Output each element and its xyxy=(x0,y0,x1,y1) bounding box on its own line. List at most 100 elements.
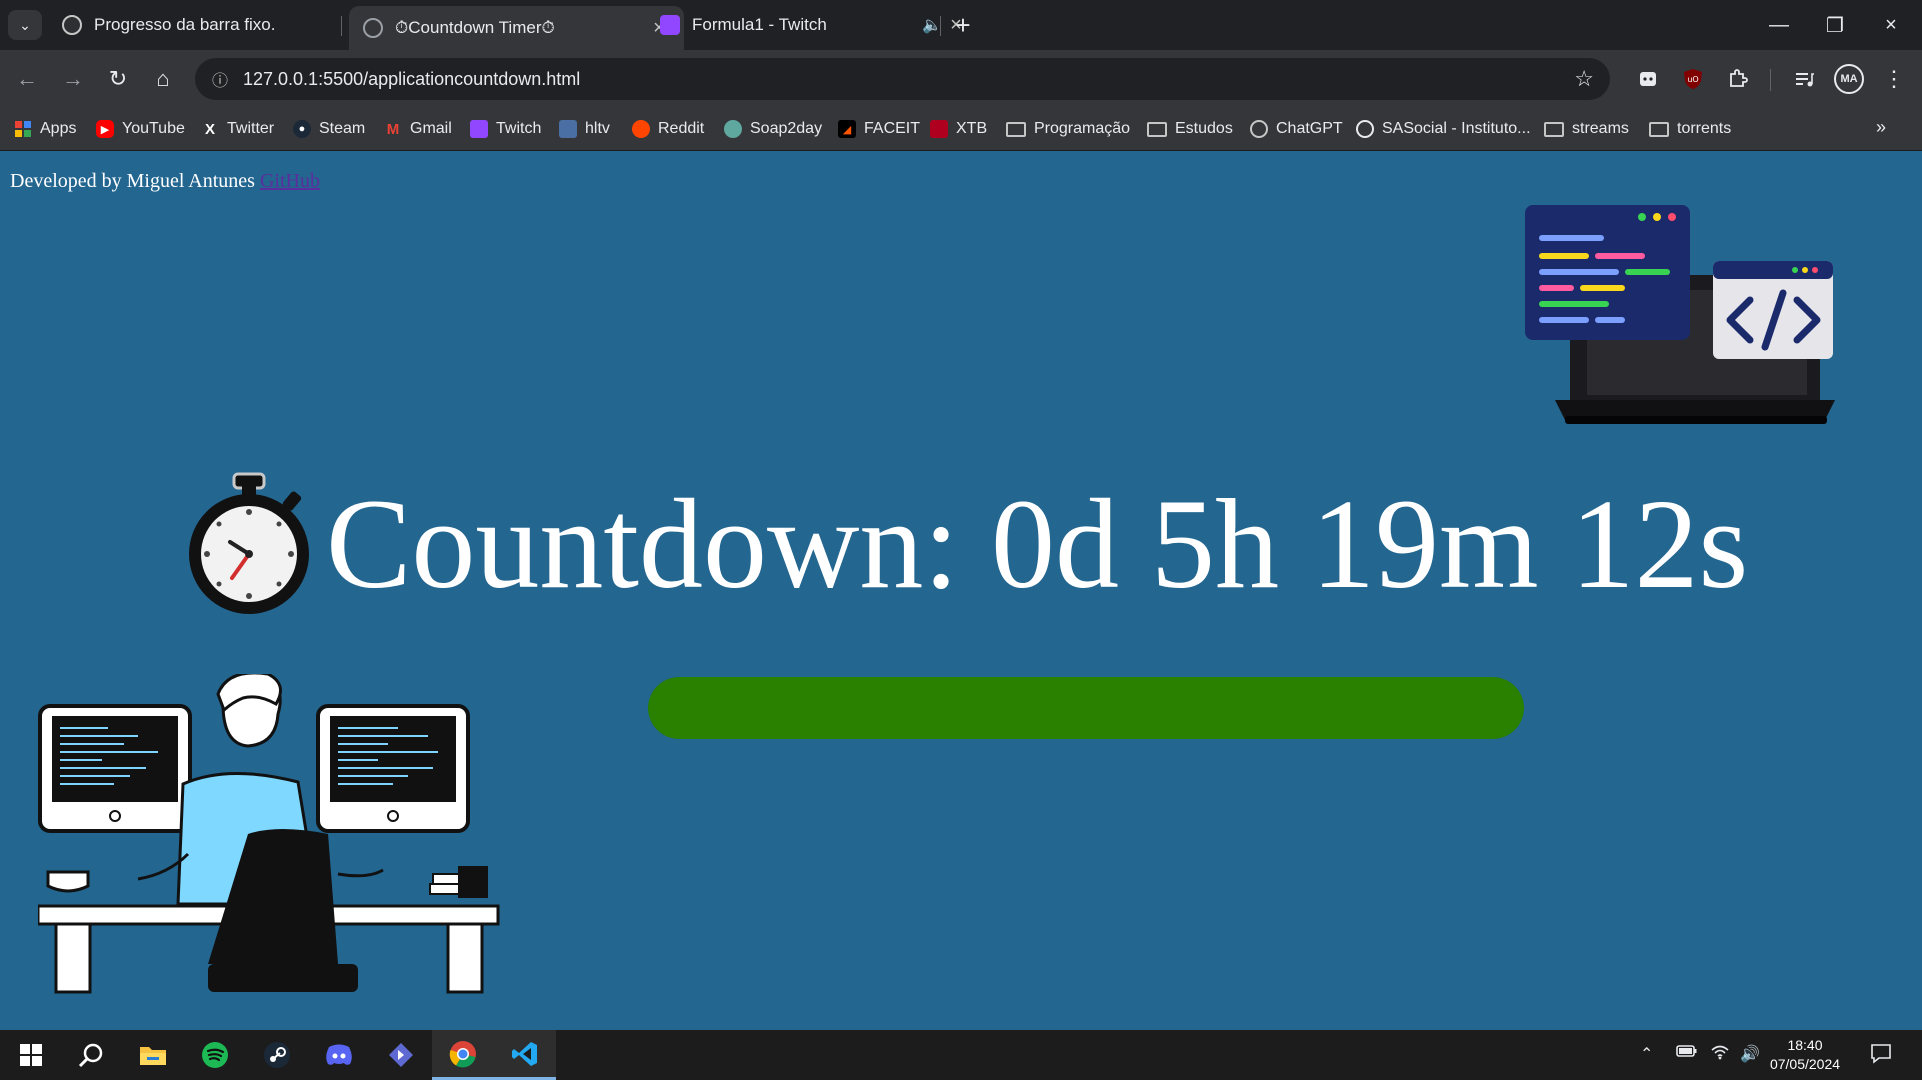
credit-text: Developed by Miguel Antunes xyxy=(10,170,255,192)
bookmark-folder-programacao[interactable]: Programação xyxy=(1006,117,1130,141)
show-hidden-icons-chevron-icon[interactable]: ⌃ xyxy=(1640,1044,1653,1064)
progress-bar-fill xyxy=(648,677,1524,739)
taskbar-spotify[interactable] xyxy=(184,1030,246,1080)
forward-button[interactable]: → xyxy=(56,62,90,96)
back-button[interactable]: ← xyxy=(10,62,44,96)
volume-icon[interactable]: 🔊 xyxy=(1740,1044,1760,1064)
bookmark-xtb[interactable]: XTB xyxy=(930,117,987,141)
laptop-code-illustration xyxy=(1525,205,1835,424)
taskbar-search-button[interactable] xyxy=(60,1030,122,1080)
notifications-icon[interactable] xyxy=(1870,1042,1892,1069)
profile-avatar[interactable]: MA xyxy=(1833,63,1865,95)
bookmark-twitter[interactable]: X Twitter xyxy=(201,117,274,141)
bookmark-twitch[interactable]: Twitch xyxy=(470,117,541,141)
bookmark-folder-estudos[interactable]: Estudos xyxy=(1147,117,1233,141)
bookmark-folder-torrents[interactable]: torrents xyxy=(1649,117,1731,141)
site-info-icon[interactable]: ⓘ xyxy=(205,67,235,91)
more-bookmarks-chevron-icon[interactable]: » xyxy=(1876,117,1886,138)
globe-icon xyxy=(363,18,383,38)
steam-icon xyxy=(264,1042,290,1068)
tab-search-button[interactable]: ⌄ xyxy=(8,10,42,40)
bookmark-youtube[interactable]: ▶ YouTube xyxy=(96,117,185,141)
toolbar-divider xyxy=(1770,69,1771,91)
restore-button[interactable]: ❐ xyxy=(1812,8,1858,42)
taskbar-linear[interactable] xyxy=(370,1030,432,1080)
bookmark-faceit[interactable]: ◢ FACEIT xyxy=(838,117,920,141)
reload-button[interactable]: ↻ xyxy=(101,62,135,96)
bookmark-steam[interactable]: ● Steam xyxy=(293,117,365,141)
windows-taskbar: ⌃ 🔊 18:40 07/05/2024 xyxy=(0,1030,1922,1080)
discord-icon xyxy=(326,1044,352,1065)
tab-title: Formula1 - Twitch xyxy=(692,15,827,34)
start-button[interactable] xyxy=(0,1030,62,1080)
extensions-puzzle-icon[interactable] xyxy=(1722,63,1754,95)
bookmark-reddit[interactable]: Reddit xyxy=(632,117,704,141)
bookmark-label: ChatGPT xyxy=(1276,120,1343,137)
bookmark-folder-streams[interactable]: streams xyxy=(1544,117,1629,141)
folder-icon xyxy=(1649,121,1669,137)
home-icon: ⌂ xyxy=(156,66,170,91)
home-button[interactable]: ⌂ xyxy=(146,62,180,96)
tab-formula1-twitch[interactable]: Formula1 - Twitch 🔈 × xyxy=(646,6,981,44)
minimize-button[interactable]: — xyxy=(1756,8,1802,42)
speaker-icon[interactable]: 🔈 xyxy=(919,15,945,35)
tab-title: Progresso da barra fixo. xyxy=(94,15,276,34)
taskbar-discord[interactable] xyxy=(308,1030,370,1080)
bookmarks-bar: Apps ▶ YouTube X Twitter ● Steam M Gmail… xyxy=(0,108,1922,151)
x-icon: X xyxy=(204,120,215,138)
tab-divider xyxy=(940,16,941,36)
plus-icon: + xyxy=(955,9,971,40)
taskbar-chrome[interactable] xyxy=(432,1030,494,1080)
chatgpt-icon xyxy=(62,15,82,35)
countdown-row: Countdown: 0d 5h 19m 12s xyxy=(186,472,1748,616)
clock-time: 18:40 xyxy=(1787,1037,1823,1053)
taskbar-steam[interactable] xyxy=(246,1030,308,1080)
close-window-button[interactable]: × xyxy=(1868,8,1914,42)
bookmark-sasocial[interactable]: SASocial - Instituto... xyxy=(1356,117,1531,141)
bookmark-label: Estudos xyxy=(1175,120,1233,137)
tab-countdown-timer[interactable]: ⏱Countdown Timer⏱ × xyxy=(349,6,684,50)
avatar: MA xyxy=(1834,64,1864,94)
battery-icon[interactable] xyxy=(1676,1044,1698,1063)
wifi-icon[interactable] xyxy=(1710,1044,1730,1065)
hltv-icon xyxy=(559,120,577,138)
countdown-label: Countdown: 0d 5h 19m 12s xyxy=(326,473,1749,615)
folder-icon xyxy=(1544,121,1564,137)
tab-title: ⏱Countdown Timer⏱ xyxy=(395,18,555,37)
bookmark-label: Twitch xyxy=(496,120,542,137)
menu-kebab-icon[interactable]: ⋮ xyxy=(1878,63,1910,95)
ublock-icon[interactable]: uO xyxy=(1677,63,1709,95)
svg-text:uO: uO xyxy=(1687,75,1698,84)
bookmark-apps[interactable]: Apps xyxy=(14,117,76,141)
taskbar-vscode[interactable] xyxy=(494,1030,556,1080)
bookmark-hltv[interactable]: hltv xyxy=(559,117,610,141)
apps-icon xyxy=(14,120,32,138)
address-bar[interactable]: ⓘ 127.0.0.1:5500/applicationcountdown.ht… xyxy=(195,58,1610,100)
extension-cat-icon[interactable] xyxy=(1632,63,1664,95)
sasocial-icon xyxy=(1356,120,1374,138)
bookmark-label: Soap2day xyxy=(750,120,823,137)
github-link[interactable]: GitHub xyxy=(260,170,320,192)
taskbar-file-explorer[interactable] xyxy=(122,1030,184,1080)
soap2day-icon xyxy=(724,120,742,138)
bookmark-soap2day[interactable]: Soap2day xyxy=(724,117,822,141)
tab-progresso[interactable]: Progresso da barra fixo. × xyxy=(48,6,383,44)
browser-toolbar: ← → ↻ ⌂ ⓘ 127.0.0.1:5500/applicationcoun… xyxy=(0,50,1922,108)
taskbar-clock[interactable]: 18:40 07/05/2024 xyxy=(1760,1036,1850,1074)
arrow-right-icon: → xyxy=(62,66,84,91)
bookmark-chatgpt[interactable]: ChatGPT xyxy=(1250,117,1343,141)
bookmark-label: torrents xyxy=(1677,120,1732,137)
gmail-icon: M xyxy=(386,120,400,138)
bookmark-star-icon[interactable]: ☆ xyxy=(1574,66,1594,92)
bookmark-label: hltv xyxy=(585,120,610,137)
media-controls-icon[interactable] xyxy=(1788,63,1820,95)
bookmark-label: Twitter xyxy=(227,120,275,137)
bookmark-gmail[interactable]: M Gmail xyxy=(384,117,452,141)
bookmark-label: FACEIT xyxy=(864,120,921,137)
url-text[interactable]: 127.0.0.1:5500/applicationcountdown.html xyxy=(243,69,580,90)
spotify-icon xyxy=(202,1042,228,1068)
arrow-left-icon: ← xyxy=(16,66,38,91)
bookmark-label: Apps xyxy=(40,120,77,137)
new-tab-button[interactable]: + xyxy=(948,10,978,40)
bookmark-label: YouTube xyxy=(122,120,185,137)
